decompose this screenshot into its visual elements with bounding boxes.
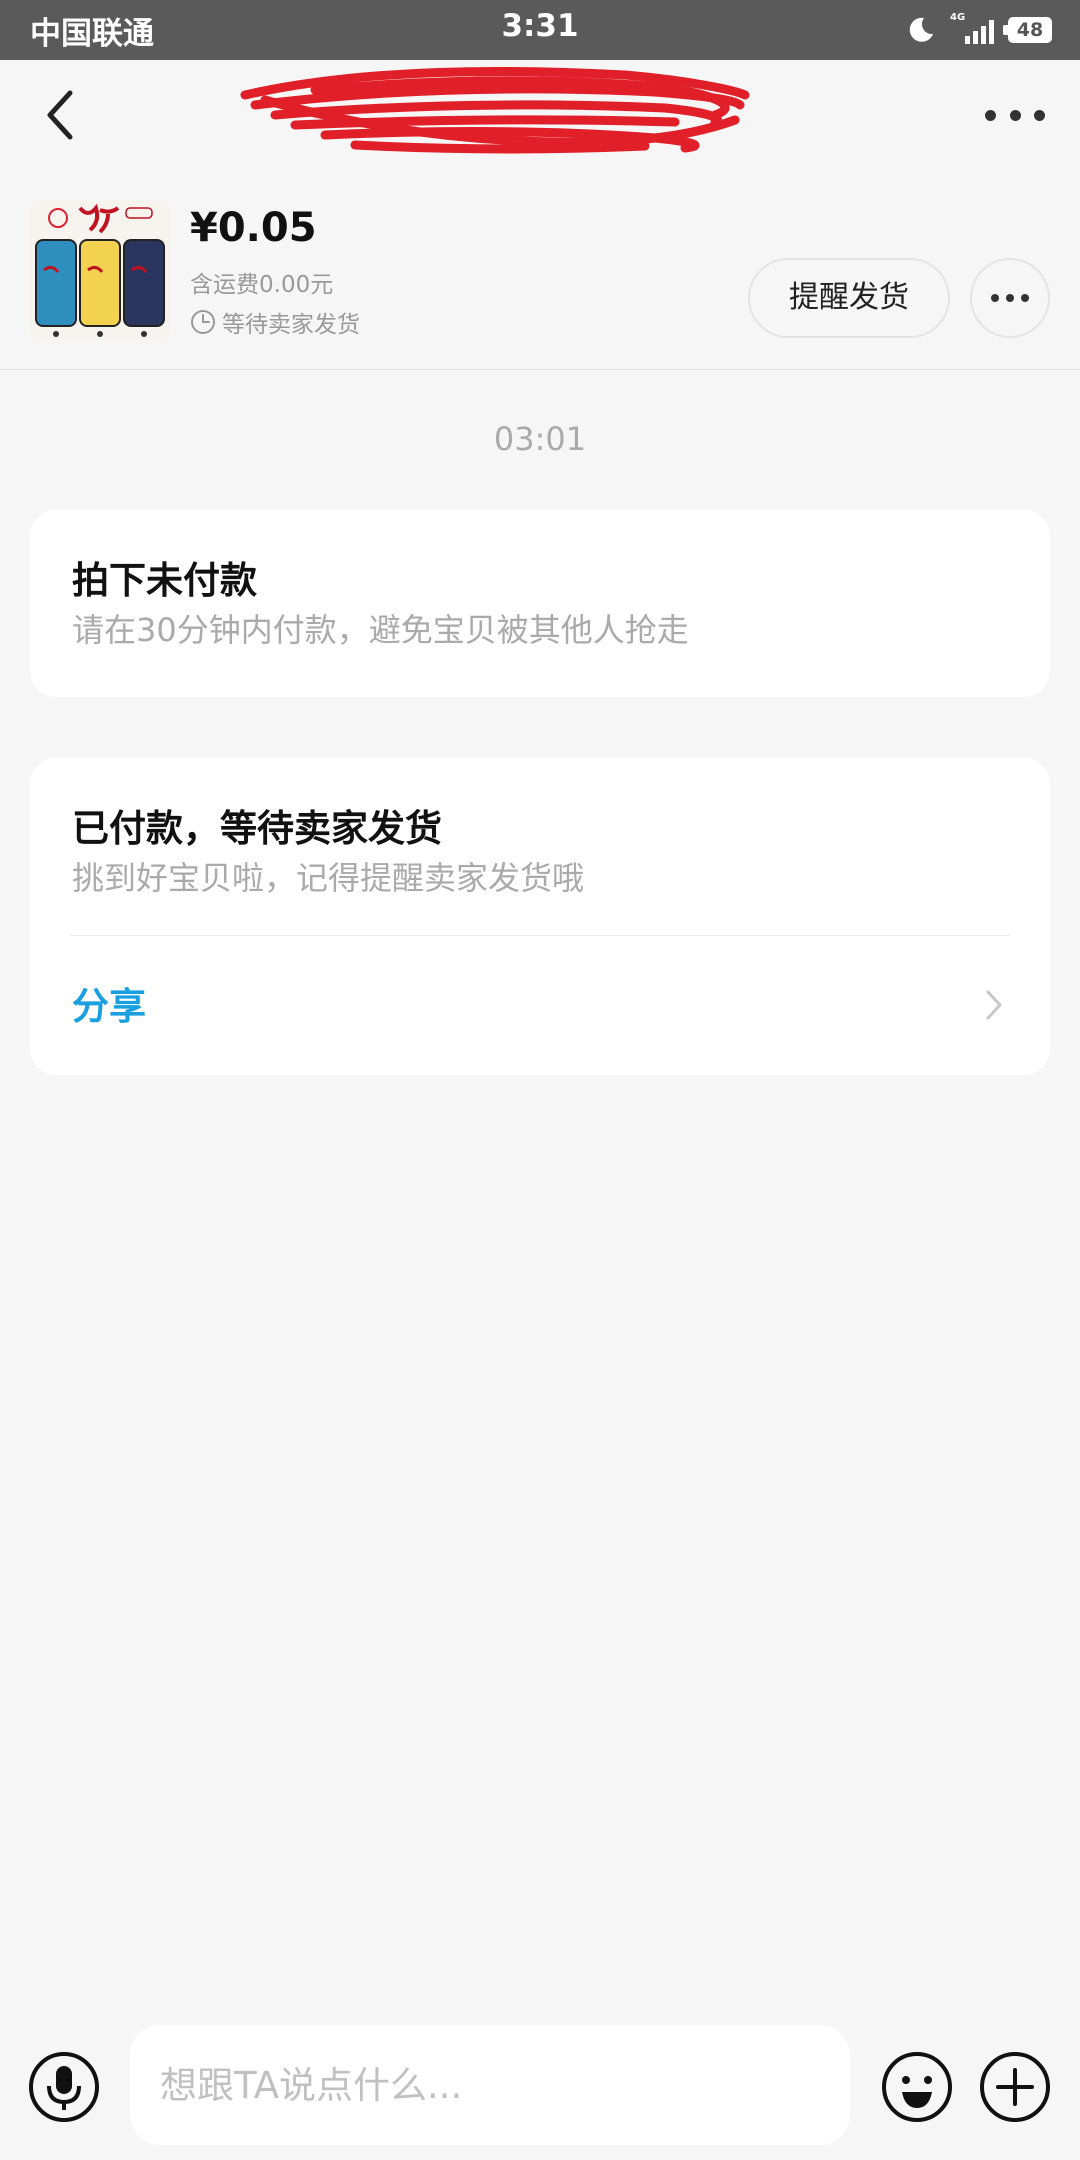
order-status-label: 等待卖家发货: [222, 312, 360, 338]
battery-icon: 48: [1003, 17, 1052, 43]
order-card-paid: 已付款，等待卖家发货 挑到好宝贝啦，记得提醒卖家发货哦 分享: [30, 758, 1050, 1075]
message-input-bar: [0, 2010, 1080, 2160]
redaction-scribble: [240, 67, 750, 154]
card-title: 已付款，等待卖家发货: [72, 807, 442, 850]
share-row[interactable]: 分享: [70, 936, 1010, 1075]
network-type-label: 4G: [950, 12, 966, 23]
card-subtitle: 请在30分钟内付款，避免宝贝被其他人抢走: [72, 611, 689, 649]
plus-icon[interactable]: [978, 2050, 1052, 2124]
share-link[interactable]: 分享: [72, 976, 146, 1030]
chevron-left-icon[interactable]: [40, 85, 80, 145]
message-input[interactable]: [130, 2025, 850, 2145]
clock-icon: [191, 310, 215, 334]
signal-icon: 4G: [950, 12, 994, 46]
microphone-icon[interactable]: [27, 2050, 101, 2124]
product-price: ¥0.05: [190, 205, 317, 251]
order-summary[interactable]: ¥0.05 含运费0.00元 等待卖家发货 提醒发货: [0, 170, 1080, 370]
emoji-icon[interactable]: [880, 2050, 954, 2124]
card-subtitle: 挑到好宝贝啦，记得提醒卖家发货哦: [72, 859, 585, 897]
chevron-right-icon: [986, 990, 1002, 1020]
chat-timestamp: 03:01: [493, 420, 587, 458]
order-status: 等待卖家发货: [190, 305, 360, 339]
more-dots-icon[interactable]: [985, 100, 1045, 130]
status-icons: 4G 48: [906, 10, 1052, 50]
more-dots-icon[interactable]: [970, 258, 1050, 338]
remind-ship-button[interactable]: 提醒发货: [748, 258, 950, 338]
shipping-fee: 含运费0.00元: [190, 272, 334, 298]
nav-bar: [0, 60, 1080, 170]
moon-icon: [909, 17, 933, 42]
order-card-unpaid: 拍下未付款 请在30分钟内付款，避免宝贝被其他人抢走: [30, 510, 1050, 697]
card-title: 拍下未付款: [72, 559, 257, 602]
product-thumbnail[interactable]: [30, 200, 170, 340]
